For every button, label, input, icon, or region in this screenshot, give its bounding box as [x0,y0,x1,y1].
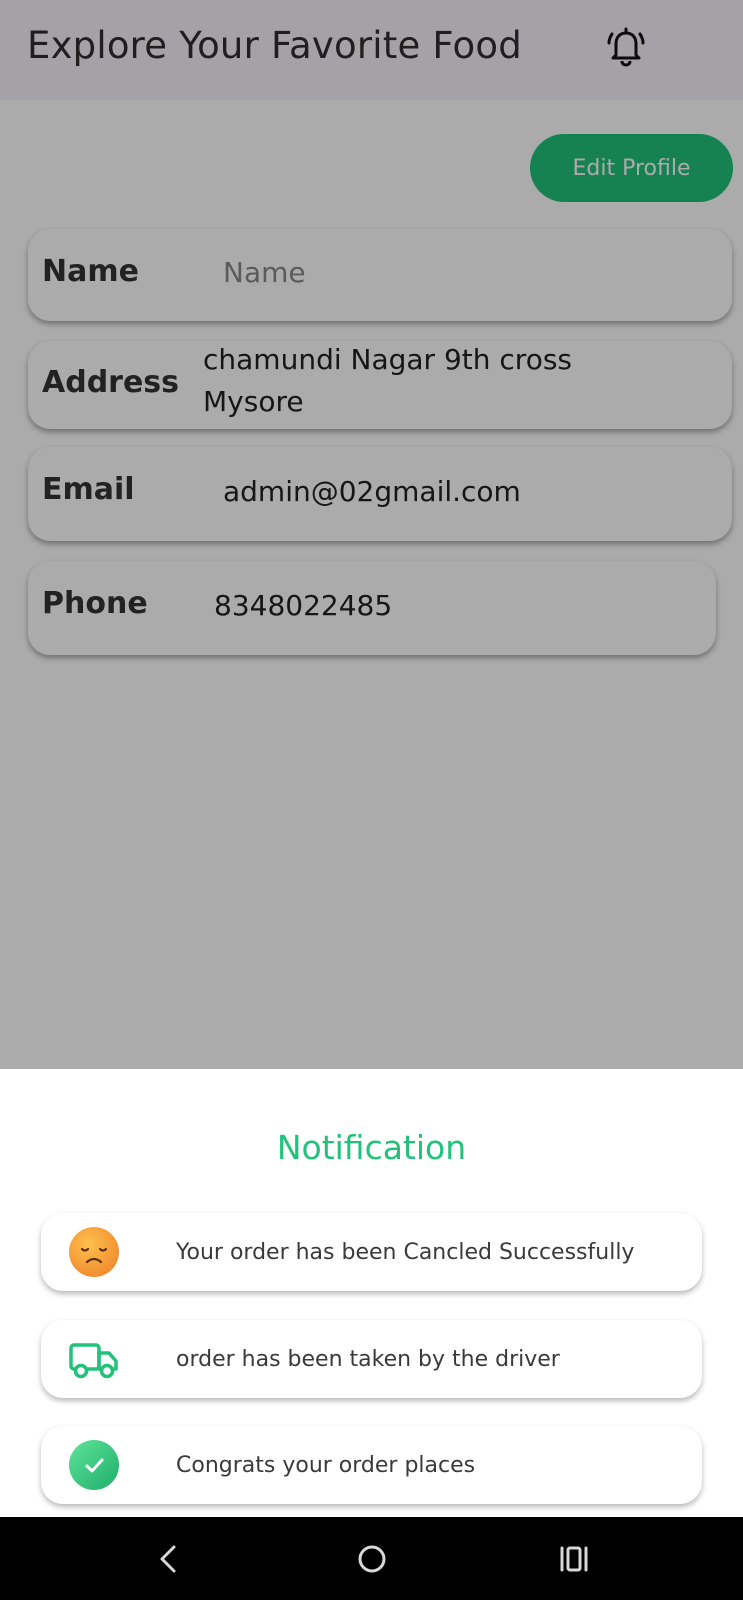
check-circle-icon [68,1439,120,1491]
notification-item[interactable]: Your order has been Cancled Successfully [41,1213,702,1291]
system-nav-bar [0,1517,743,1600]
notification-text: Your order has been Cancled Successfully [176,1239,635,1265]
sad-face-icon [68,1226,120,1278]
notification-item[interactable]: Congrats your order places [41,1426,702,1504]
notification-text: Congrats your order places [176,1452,476,1478]
home-icon[interactable] [352,1539,392,1579]
back-icon[interactable] [150,1539,190,1579]
notification-text: order has been taken by the driver [176,1346,560,1372]
modal-scrim[interactable] [0,0,743,1070]
delivery-truck-icon [68,1333,120,1385]
recents-icon[interactable] [555,1539,595,1579]
notification-item[interactable]: order has been taken by the driver [41,1320,702,1398]
notification-title: Notification [276,1128,467,1167]
